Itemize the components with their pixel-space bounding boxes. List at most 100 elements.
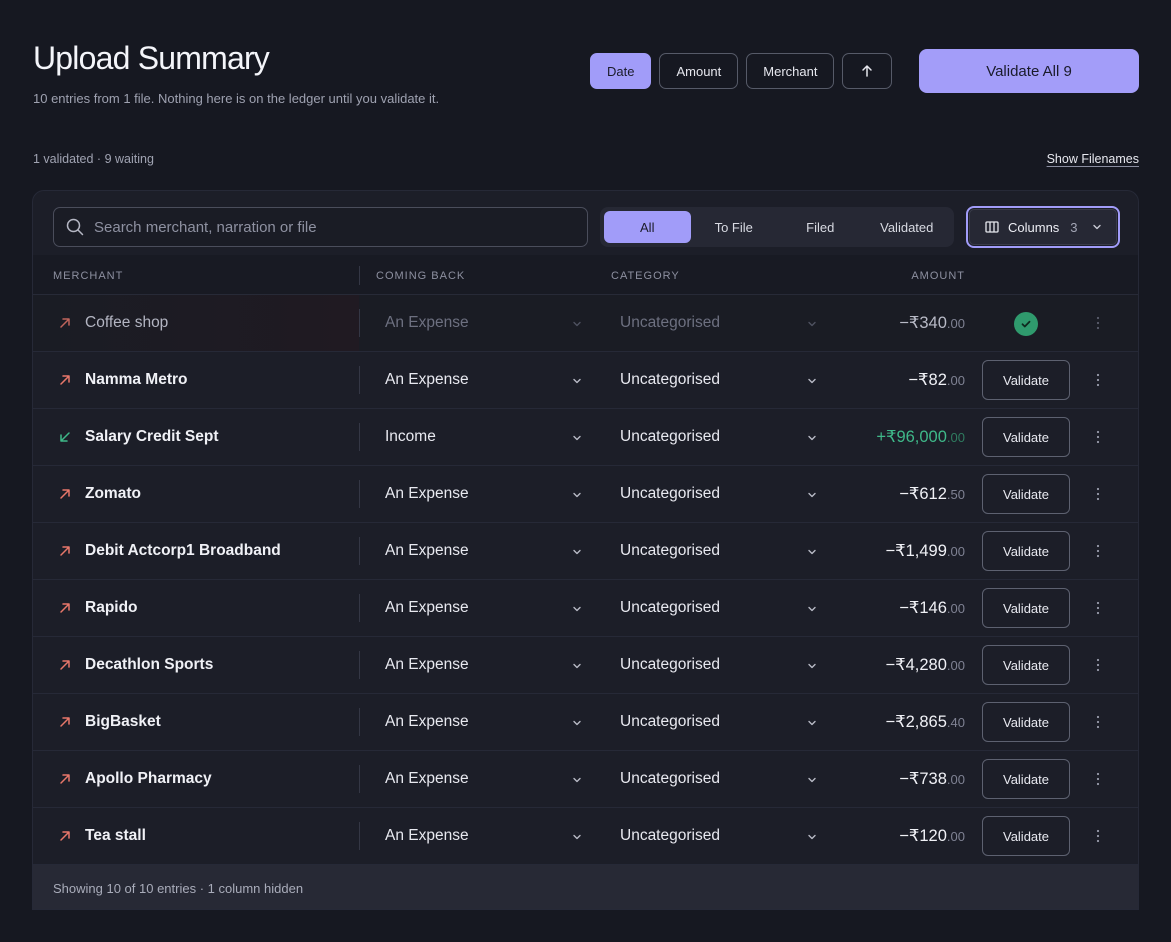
chevron-down-icon[interactable] [571,318,583,330]
validate-button[interactable]: Validate [982,588,1070,628]
amount-paise: .40 [946,715,965,730]
table-row[interactable]: Zomato An Expense Uncategorised −₹612.50… [33,466,1138,523]
amount-main: −₹1,499 [885,542,947,560]
validate-button[interactable]: Validate [982,645,1070,685]
coming-back-select[interactable]: Income [385,428,436,446]
coming-back-select[interactable]: An Expense [385,770,469,788]
table-row[interactable]: Tea stall An Expense Uncategorised −₹120… [33,808,1138,865]
category-select[interactable]: Uncategorised [620,371,720,389]
category-select[interactable]: Uncategorised [620,713,720,731]
category-select[interactable]: Uncategorised [620,827,720,845]
more-vertical-icon [1096,544,1100,558]
category-select[interactable]: Uncategorised [620,770,720,788]
validate-button[interactable]: Validate [982,474,1070,514]
category-select[interactable]: Uncategorised [620,656,720,674]
sort-date-button[interactable]: Date [590,53,652,89]
tab-validated[interactable]: Validated [864,211,951,243]
more-options-button[interactable] [1088,767,1108,791]
category-select[interactable]: Uncategorised [620,428,720,446]
table-row[interactable]: Apollo Pharmacy An Expense Uncategorised… [33,751,1138,808]
tab-filed[interactable]: Filed [777,211,864,243]
coming-back-select[interactable]: An Expense [385,656,469,674]
coming-back-select[interactable]: An Expense [385,599,469,617]
columns-button[interactable]: Columns 3 [966,206,1120,248]
column-divider [359,708,360,736]
chevron-down-icon[interactable] [806,318,818,330]
more-vertical-icon [1096,316,1100,330]
table-row[interactable]: Rapido An Expense Uncategorised −₹146.00… [33,580,1138,637]
validate-button[interactable]: Validate [982,360,1070,400]
search-input[interactable] [94,218,587,236]
chevron-down-icon[interactable] [806,717,818,729]
header-coming-back[interactable]: COMING BACK [376,270,465,282]
coming-back-select[interactable]: An Expense [385,485,469,503]
table-row[interactable]: Namma Metro An Expense Uncategorised −₹8… [33,352,1138,409]
validate-all-button[interactable]: Validate All 9 [919,49,1139,93]
chevron-down-icon[interactable] [806,489,818,501]
chevron-down-icon[interactable] [571,375,583,387]
columns-icon [985,221,999,233]
more-options-button[interactable] [1088,368,1108,392]
coming-back-select[interactable]: An Expense [385,713,469,731]
more-options-button[interactable] [1088,425,1108,449]
chevron-down-icon[interactable] [571,489,583,501]
show-filenames-link[interactable]: Show Filenames [1047,152,1139,166]
merchant-name: Namma Metro [85,371,188,388]
validate-button[interactable]: Validate [982,759,1070,799]
sort-direction-button[interactable] [842,53,893,89]
category-select[interactable]: Uncategorised [620,485,720,503]
table-row[interactable]: Salary Credit Sept Income Uncategorised … [33,409,1138,466]
chevron-down-icon[interactable] [571,546,583,558]
chevron-down-icon[interactable] [806,375,818,387]
chevron-down-icon[interactable] [806,774,818,786]
more-options-button[interactable] [1088,653,1108,677]
coming-back-select[interactable]: An Expense [385,827,469,845]
amount: −₹1,499.00 [885,541,965,561]
sort-merchant-button[interactable]: Merchant [746,53,835,89]
category-select[interactable]: Uncategorised [620,314,720,332]
merchant-cell-highlight [33,295,359,351]
amount: −₹146.00 [899,598,965,618]
chevron-down-icon[interactable] [571,660,583,672]
validate-button[interactable]: Validate [982,702,1070,742]
chevron-down-icon[interactable] [571,774,583,786]
more-options-button[interactable] [1088,596,1108,620]
more-options-button[interactable] [1088,311,1108,335]
chevron-down-icon[interactable] [806,660,818,672]
column-divider [359,423,360,451]
header-amount[interactable]: AMOUNT [911,270,965,282]
tab-to-file[interactable]: To File [691,211,778,243]
chevron-down-icon[interactable] [806,432,818,444]
amount: −₹82.00 [908,370,965,390]
chevron-down-icon[interactable] [806,546,818,558]
table-row[interactable]: Decathlon Sports An Expense Uncategorise… [33,637,1138,694]
validate-button[interactable]: Validate [982,816,1070,856]
more-options-button[interactable] [1088,824,1108,848]
sort-amount-button[interactable]: Amount [659,53,739,89]
header-merchant[interactable]: MERCHANT [53,270,123,282]
coming-back-select[interactable]: An Expense [385,371,469,389]
chevron-down-icon[interactable] [571,831,583,843]
entries-table-body: Coffee shop An Expense Uncategorised −₹3… [33,295,1138,865]
coming-back-select[interactable]: An Expense [385,314,469,332]
more-options-button[interactable] [1088,539,1108,563]
category-select[interactable]: Uncategorised [620,599,720,617]
chevron-down-icon[interactable] [571,603,583,615]
chevron-down-icon[interactable] [571,717,583,729]
tab-all[interactable]: All [604,211,691,243]
category-select[interactable]: Uncategorised [620,542,720,560]
validate-button[interactable]: Validate [982,531,1070,571]
more-options-button[interactable] [1088,710,1108,734]
chevron-down-icon[interactable] [571,432,583,444]
more-options-button[interactable] [1088,482,1108,506]
table-row[interactable]: BigBasket An Expense Uncategorised −₹2,8… [33,694,1138,751]
header-category[interactable]: CATEGORY [611,270,680,282]
table-row[interactable]: Coffee shop An Expense Uncategorised −₹3… [33,295,1138,352]
chevron-down-icon[interactable] [806,603,818,615]
coming-back-select[interactable]: An Expense [385,542,469,560]
column-divider[interactable] [359,266,360,285]
table-row[interactable]: Debit Actcorp1 Broadband An Expense Unca… [33,523,1138,580]
chevron-down-icon[interactable] [806,831,818,843]
validate-button[interactable]: Validate [982,417,1070,457]
more-vertical-icon [1096,829,1100,843]
